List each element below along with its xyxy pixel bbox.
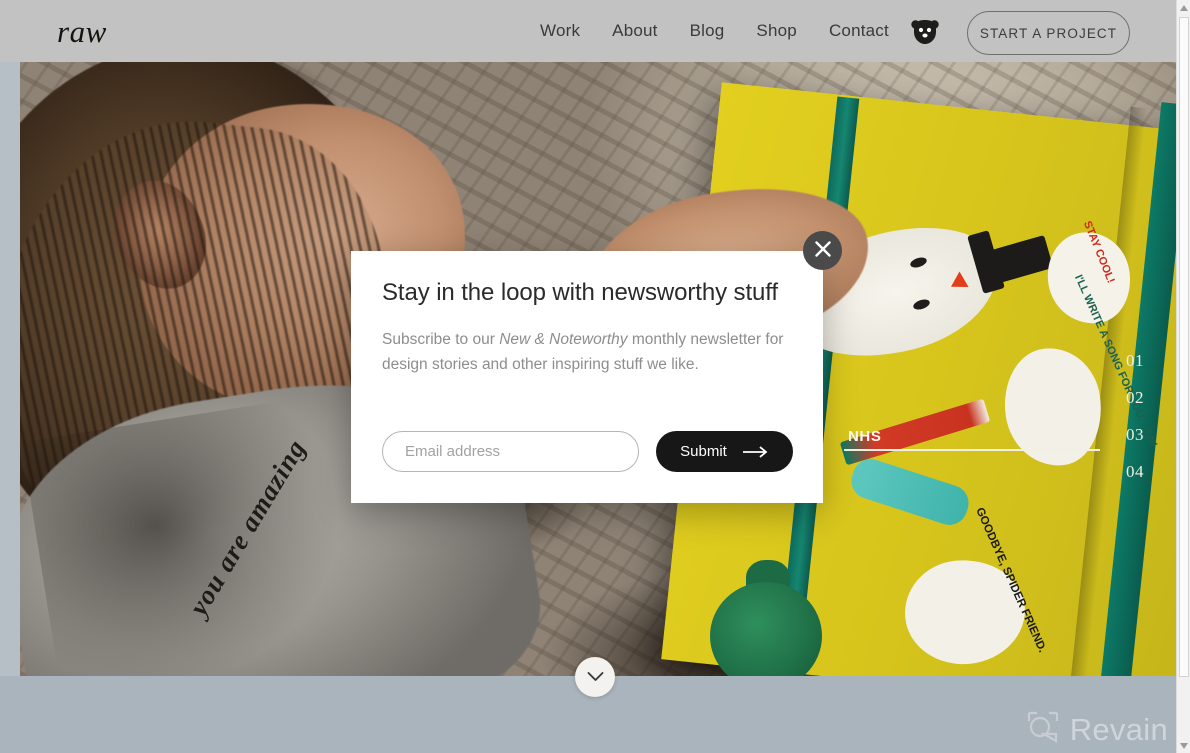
slide-indicator-04[interactable]: 04 [844,453,1144,490]
slide-label: NHS [848,428,882,445]
scrollbar-up-arrow[interactable] [1177,0,1190,15]
nav-item-blog[interactable]: Blog [690,21,725,41]
page-root: STAY COOL! I'LL WRITE A SONG FOR YOU, LE… [0,0,1190,753]
nav-item-contact[interactable]: Contact [829,21,889,41]
submit-button[interactable]: Submit [656,431,793,472]
slide-active-underline [844,449,1100,451]
slide-indicators: 01 02 NHS 03 04 [844,342,1144,490]
start-a-project-button[interactable]: START A PROJECT [967,11,1130,55]
newsletter-modal: Stay in the loop with newsworthy stuff S… [351,251,823,503]
site-header: raw Work About Blog Shop Contact START A… [0,0,1176,62]
close-icon [814,240,832,261]
nav-item-about[interactable]: About [612,21,657,41]
bear-icon[interactable] [911,19,939,45]
scrollbar-thumb[interactable] [1179,17,1189,677]
newsletter-form: Submit [382,431,793,472]
slide-indicator-02[interactable]: 02 [844,379,1144,416]
page-left-gutter [0,62,20,676]
main-navigation: Work About Blog Shop Contact [540,0,889,62]
chevron-down-icon [587,670,604,685]
browser-scrollbar[interactable] [1176,0,1190,753]
nav-item-shop[interactable]: Shop [756,21,797,41]
close-modal-button[interactable] [803,231,842,270]
modal-description-part-1: Subscribe to our [382,331,500,348]
email-input[interactable] [382,431,639,472]
slide-number: 03 [1126,424,1144,444]
sweater-shadow [21,395,359,676]
modal-description: Subscribe to our New & Noteworthy monthl… [382,327,792,377]
modal-title: Stay in the loop with newsworthy stuff [382,279,778,306]
slide-indicator-01[interactable]: 01 [844,342,1144,379]
slide-number: 01 [1126,350,1144,370]
submit-button-label: Submit [680,443,727,460]
brand-logo[interactable]: raw [57,14,107,50]
slide-number: 02 [1126,387,1144,407]
slide-number: 04 [1126,461,1144,481]
nav-item-work[interactable]: Work [540,21,580,41]
modal-description-italic: New & Noteworthy [499,331,628,348]
arrow-right-icon [742,445,769,458]
slide-indicator-03[interactable]: NHS 03 [844,416,1144,453]
scroll-down-button[interactable] [575,657,615,697]
scrollbar-down-arrow[interactable] [1177,738,1190,753]
